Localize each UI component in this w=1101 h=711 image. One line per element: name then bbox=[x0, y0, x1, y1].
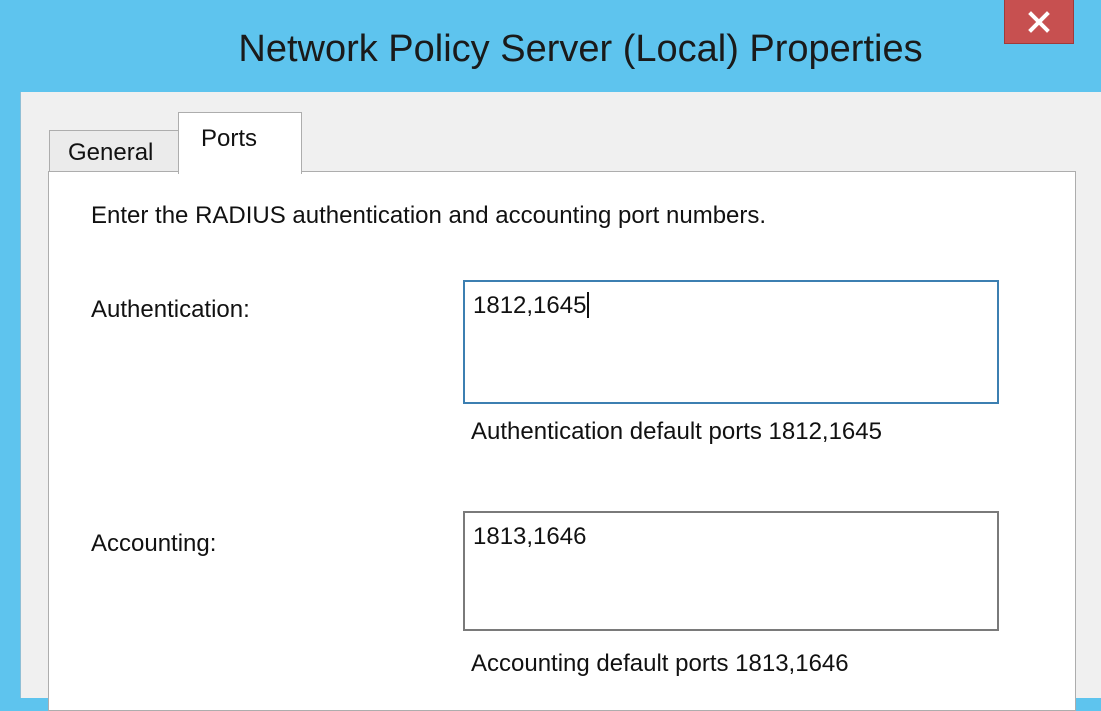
accounting-default-hint: Accounting default ports 1813,1646 bbox=[471, 650, 849, 677]
authentication-ports-value: 1812,1645 bbox=[473, 292, 587, 319]
ports-tab-panel: Enter the RADIUS authentication and acco… bbox=[48, 171, 1076, 711]
window-title: Network Policy Server (Local) Properties bbox=[238, 28, 923, 70]
properties-dialog: Network Policy Server (Local) Properties… bbox=[0, 0, 1101, 711]
accounting-ports-value: 1813,1646 bbox=[473, 523, 587, 550]
title-bar[interactable]: Network Policy Server (Local) Properties bbox=[0, 0, 1101, 92]
close-icon bbox=[1028, 10, 1050, 33]
tab-ports-label: Ports bbox=[201, 125, 258, 152]
accounting-label: Accounting: bbox=[91, 530, 217, 557]
authentication-label: Authentication: bbox=[91, 296, 250, 323]
authentication-default-hint: Authentication default ports 1812,1645 bbox=[471, 418, 882, 445]
dialog-client-area: General Ports Enter the RADIUS authentic… bbox=[20, 92, 1101, 711]
close-button[interactable] bbox=[1004, 0, 1074, 44]
tab-general[interactable]: General bbox=[49, 130, 179, 172]
accounting-ports-field[interactable]: 1813,1646 bbox=[463, 511, 999, 631]
text-caret bbox=[587, 292, 590, 318]
tab-general-label: General bbox=[68, 139, 154, 166]
tab-ports[interactable]: Ports bbox=[178, 112, 302, 174]
authentication-ports-field[interactable]: 1812,1645 bbox=[463, 280, 999, 404]
instruction-text: Enter the RADIUS authentication and acco… bbox=[91, 202, 767, 229]
